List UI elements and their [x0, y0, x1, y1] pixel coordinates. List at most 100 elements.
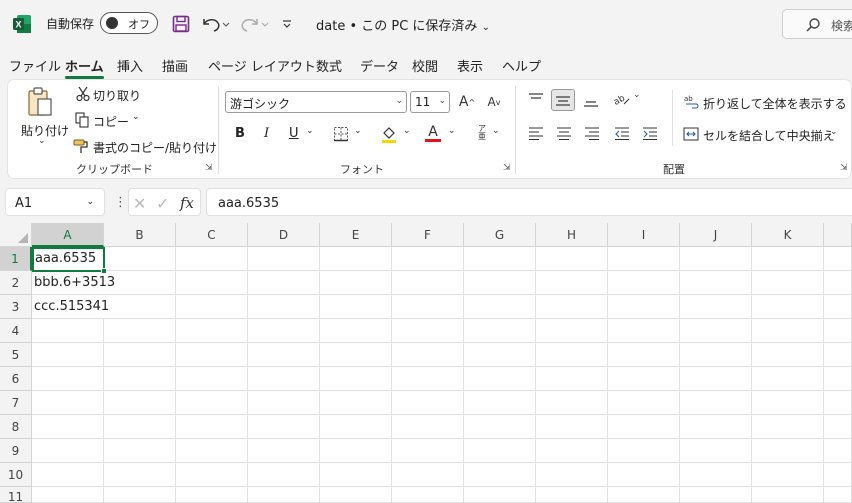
grid-cell[interactable]	[608, 319, 680, 343]
grid-cell[interactable]	[392, 487, 464, 503]
grid-cell[interactable]	[392, 391, 464, 415]
align-top-icon[interactable]	[526, 90, 546, 108]
fill-color-icon[interactable]	[380, 125, 398, 143]
grid-cell[interactable]	[608, 247, 680, 271]
search-box[interactable]: 検索	[782, 9, 852, 39]
font-color-icon[interactable]: A	[424, 123, 442, 143]
grid-cell[interactable]	[824, 319, 852, 343]
grid-cell[interactable]	[680, 367, 752, 391]
grid-cell[interactable]	[536, 247, 608, 271]
grid-cell[interactable]	[536, 439, 608, 463]
font-size-select[interactable]: 11 ⌄	[410, 91, 450, 113]
grid-cell[interactable]	[32, 343, 104, 367]
grid-cell[interactable]	[752, 295, 824, 319]
wrap-text-button[interactable]: 折り返して全体を表示する	[703, 95, 847, 112]
grid-cell[interactable]	[752, 247, 824, 271]
font-launcher-icon[interactable]: ⇲	[503, 163, 511, 173]
grid-cell[interactable]	[752, 487, 824, 503]
alignment-launcher-icon[interactable]: ⇲	[840, 163, 848, 173]
column-header[interactable]: J	[680, 223, 752, 247]
grid-cell[interactable]	[320, 295, 392, 319]
align-bottom-icon[interactable]	[581, 92, 601, 110]
grid-cell[interactable]	[104, 247, 176, 271]
grid-cell[interactable]	[248, 247, 320, 271]
grid-cell[interactable]	[104, 295, 176, 319]
grid-cell[interactable]	[32, 391, 104, 415]
column-header[interactable]: I	[608, 223, 680, 247]
grid-cell[interactable]	[104, 487, 176, 503]
grid-cell[interactable]	[104, 343, 176, 367]
grid-cell[interactable]	[320, 367, 392, 391]
grid-cell[interactable]	[464, 415, 536, 439]
grid-cell[interactable]	[248, 415, 320, 439]
column-header[interactable]: K	[752, 223, 824, 247]
column-header[interactable]: B	[104, 223, 176, 247]
grid-cell[interactable]	[248, 391, 320, 415]
grid-cell[interactable]	[464, 463, 536, 487]
grid-cell[interactable]	[320, 271, 392, 295]
paste-dropdown-icon[interactable]: ⌄	[38, 136, 46, 146]
grid-cell[interactable]	[248, 487, 320, 503]
grid-cell[interactable]	[392, 415, 464, 439]
grid-cell[interactable]	[680, 295, 752, 319]
grid-cell[interactable]	[680, 439, 752, 463]
column-header[interactable]: C	[176, 223, 248, 247]
column-header[interactable]	[824, 223, 852, 247]
grid-cell[interactable]	[536, 319, 608, 343]
row-header[interactable]: 8	[0, 415, 32, 439]
column-header[interactable]: A	[32, 223, 104, 247]
grid-cell[interactable]	[392, 247, 464, 271]
grid-cell[interactable]	[248, 271, 320, 295]
customize-toolbar-icon[interactable]	[280, 12, 294, 36]
tab-draw[interactable]: 描画	[162, 56, 188, 75]
redo-icon[interactable]	[238, 12, 270, 36]
grid-cell[interactable]	[464, 271, 536, 295]
autosave-toggle[interactable]: オフ	[100, 12, 158, 34]
grid-cell[interactable]	[824, 463, 852, 487]
grid-cell[interactable]	[176, 271, 248, 295]
grid-cell[interactable]	[824, 391, 852, 415]
grid-cell[interactable]	[176, 367, 248, 391]
grid-cell[interactable]	[320, 319, 392, 343]
grid-cell[interactable]	[248, 463, 320, 487]
grid-cell[interactable]	[104, 391, 176, 415]
grid-cell[interactable]	[752, 391, 824, 415]
grid-cell[interactable]	[392, 343, 464, 367]
grid-cell[interactable]	[824, 367, 852, 391]
column-header[interactable]: F	[392, 223, 464, 247]
row-header[interactable]: 2	[0, 271, 32, 295]
row-header[interactable]: 7	[0, 391, 32, 415]
orientation-dropdown-icon[interactable]: ⌄	[633, 90, 641, 100]
grid-cell[interactable]	[320, 247, 392, 271]
row-header[interactable]: 10	[0, 463, 32, 487]
orientation-icon[interactable]: ab	[612, 90, 632, 108]
grid-cell[interactable]	[32, 439, 104, 463]
font-color-dropdown-icon[interactable]: ⌄	[448, 126, 456, 136]
grid-cell[interactable]	[32, 367, 104, 391]
grid-cell[interactable]	[608, 439, 680, 463]
grid-cell[interactable]	[32, 415, 104, 439]
cancel-icon[interactable]: ✕	[133, 194, 146, 213]
grid-cell[interactable]	[680, 391, 752, 415]
align-right-icon[interactable]	[582, 124, 602, 142]
grid-cell[interactable]	[320, 343, 392, 367]
grid-cell[interactable]	[176, 391, 248, 415]
grid-cell[interactable]	[104, 415, 176, 439]
grid-cell[interactable]	[176, 463, 248, 487]
grid-cell[interactable]	[752, 439, 824, 463]
row-header[interactable]: 4	[0, 319, 32, 343]
active-cell[interactable]: aaa.6535	[32, 247, 105, 272]
grid-cell[interactable]	[32, 319, 104, 343]
grid-cell[interactable]	[176, 319, 248, 343]
grid-cell[interactable]	[608, 343, 680, 367]
grid-cell[interactable]	[680, 343, 752, 367]
tab-view[interactable]: 表示	[457, 56, 483, 75]
grid-cell[interactable]	[824, 415, 852, 439]
clipboard-launcher-icon[interactable]: ⇲	[205, 163, 213, 173]
align-middle-icon[interactable]	[551, 89, 575, 111]
grid-cell[interactable]	[608, 463, 680, 487]
wrap-text-icon[interactable]: ab	[684, 93, 700, 111]
grid-cell[interactable]	[464, 367, 536, 391]
grid-cell[interactable]	[104, 319, 176, 343]
increase-font-size-icon[interactable]: A ^	[457, 93, 477, 111]
